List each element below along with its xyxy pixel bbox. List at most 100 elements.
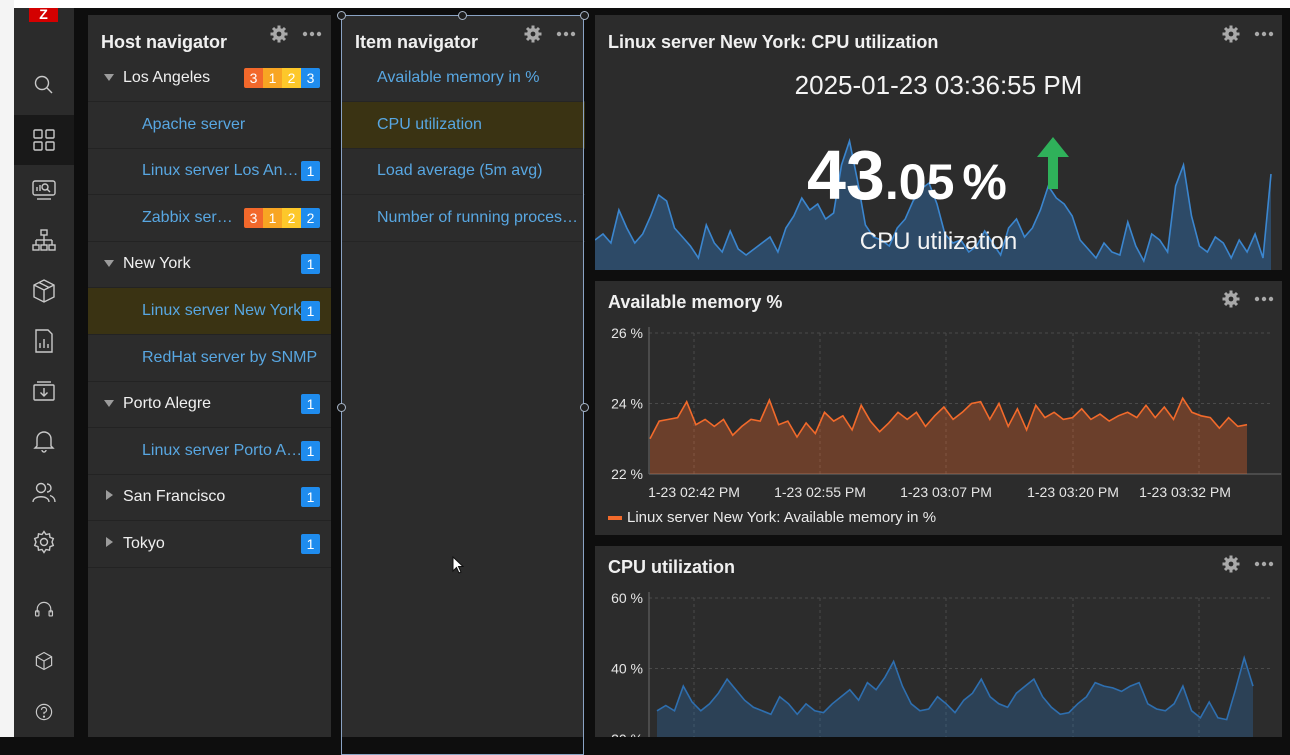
window-top-edge bbox=[0, 0, 1290, 8]
host-group-row[interactable]: Tokyo 1 bbox=[88, 521, 331, 568]
network-map-icon[interactable] bbox=[14, 216, 74, 266]
series-area bbox=[650, 398, 1247, 474]
y-tick-label: 22 % bbox=[611, 466, 643, 482]
host-row[interactable]: Apache server bbox=[88, 102, 331, 149]
problem-counters[interactable]: 1 bbox=[301, 254, 320, 275]
alerts-icon[interactable] bbox=[14, 416, 74, 466]
item-navigator-title: Item navigator bbox=[355, 32, 479, 52]
problem-counters[interactable]: 1 bbox=[301, 161, 320, 182]
problem-counters[interactable]: 1 bbox=[301, 440, 320, 461]
data-collection-icon[interactable] bbox=[14, 366, 74, 416]
item-label: Load average (5m avg) bbox=[377, 162, 543, 180]
problem-counters[interactable]: 3123 bbox=[244, 68, 320, 88]
collapse-arrow-icon[interactable] bbox=[104, 400, 114, 408]
y-tick-label: 26 % bbox=[611, 325, 643, 341]
problem-counters[interactable]: 1 bbox=[301, 394, 320, 415]
x-tick-label: 1-23 03:32 PM bbox=[1139, 484, 1231, 500]
x-tick-label: 1-23 02:55 PM bbox=[774, 484, 866, 500]
host-group-label: San Francisco bbox=[123, 488, 226, 506]
monitoring-icon[interactable] bbox=[14, 165, 74, 215]
main-sidebar: Z bbox=[14, 7, 74, 737]
problem-count-badge: 3 bbox=[244, 207, 263, 228]
host-group-row[interactable]: San Francisco 1 bbox=[88, 474, 331, 522]
item-label: CPU utilization bbox=[377, 115, 482, 133]
dashboards-icon[interactable] bbox=[14, 115, 74, 165]
resize-handle[interactable] bbox=[337, 11, 346, 20]
value-unit: % bbox=[962, 154, 1007, 210]
problem-counters[interactable]: 3122 bbox=[244, 207, 320, 228]
integrations-icon[interactable] bbox=[14, 636, 74, 686]
memory-legend[interactable]: Linux server New York: Available memory … bbox=[608, 509, 936, 526]
problem-count-badge: 1 bbox=[301, 487, 320, 508]
item-row[interactable]: Load average (5m avg) bbox=[342, 148, 585, 196]
gear-icon[interactable] bbox=[270, 25, 288, 43]
item-row[interactable]: CPU utilization bbox=[342, 101, 585, 149]
support-icon[interactable] bbox=[14, 585, 74, 635]
problem-count-badge: 1 bbox=[301, 394, 320, 415]
legend-swatch bbox=[608, 515, 622, 520]
zabbix-logo[interactable]: Z bbox=[29, 7, 58, 22]
host-label: Linux server New York bbox=[142, 302, 302, 319]
collapse-arrow-icon[interactable] bbox=[104, 260, 114, 268]
value-integer-part: 43 bbox=[807, 136, 885, 214]
host-group-row[interactable]: Los Angeles 3 1 2 3 bbox=[88, 55, 331, 102]
problem-counters[interactable]: 1 bbox=[301, 301, 320, 321]
series-area bbox=[657, 657, 1253, 737]
cpu-current-value: 43.05% bbox=[807, 135, 1007, 215]
problem-counters[interactable]: 1 bbox=[301, 534, 320, 554]
reports-icon[interactable] bbox=[14, 316, 74, 366]
problem-counters[interactable]: 1 bbox=[301, 487, 320, 508]
host-label: Apache server bbox=[142, 115, 246, 133]
host-row[interactable]: RedHat server by SNMP bbox=[88, 335, 331, 382]
problem-count-badge: 1 bbox=[301, 440, 320, 461]
resize-handle[interactable] bbox=[580, 11, 589, 20]
x-tick-label: 1-23 03:20 PM bbox=[1027, 484, 1119, 500]
cpu-value-widget: Linux server New York: CPU utilization 2… bbox=[595, 15, 1282, 270]
host-row[interactable]: Linux server New York 1 bbox=[88, 288, 331, 335]
help-icon[interactable] bbox=[14, 687, 74, 737]
host-row[interactable]: Linux server Los An… 1 bbox=[88, 148, 331, 196]
item-navigator-widget: Item navigator Available memory in % CPU … bbox=[342, 15, 585, 737]
metric-name: CPU utilization bbox=[859, 228, 1018, 255]
resize-handle[interactable] bbox=[337, 403, 346, 412]
host-group-label: Porto Alegre bbox=[123, 395, 212, 413]
value-decimal-part: .05 bbox=[884, 154, 955, 210]
item-row[interactable]: Available memory in % bbox=[342, 55, 585, 102]
host-group-label: New York bbox=[123, 255, 191, 273]
expand-arrow-icon[interactable] bbox=[106, 490, 113, 501]
memory-graph-widget: Available memory % 26 % 24 % 22 % 1-23 02:4… bbox=[595, 281, 1282, 535]
host-group-row[interactable]: Porto Alegre 1 bbox=[88, 381, 331, 429]
y-tick-label: 60 % bbox=[611, 590, 643, 606]
host-label: Zabbix ser… bbox=[142, 208, 233, 226]
host-navigator-title: Host navigator bbox=[101, 32, 228, 52]
search-icon[interactable] bbox=[14, 60, 74, 110]
inventory-icon[interactable] bbox=[14, 266, 74, 316]
x-tick-label: 1-23 02:42 PM bbox=[648, 484, 740, 500]
problem-count-badge: 2 bbox=[282, 68, 301, 88]
cpu-chart: 60 % 40 % 20 % bbox=[611, 590, 1271, 737]
more-options-icon[interactable] bbox=[556, 31, 576, 37]
gear-icon[interactable] bbox=[524, 25, 542, 43]
window-left-edge bbox=[0, 0, 14, 737]
more-options-icon[interactable] bbox=[302, 31, 322, 37]
problem-count-badge: 3 bbox=[301, 68, 320, 88]
host-row[interactable]: Linux server Porto A… 1 bbox=[88, 428, 331, 475]
host-label: RedHat server by SNMP bbox=[142, 348, 318, 366]
administration-icon[interactable] bbox=[14, 517, 74, 567]
item-row[interactable]: Number of running proces… bbox=[342, 195, 585, 242]
trend-up-icon bbox=[1035, 135, 1071, 196]
problem-count-badge: 2 bbox=[301, 207, 320, 228]
item-label: Number of running proces… bbox=[377, 208, 578, 226]
host-label: Linux server Porto A… bbox=[142, 441, 303, 459]
problem-count-badge: 1 bbox=[263, 68, 282, 88]
collapse-arrow-icon[interactable] bbox=[104, 74, 114, 81]
cpu-graph-widget: CPU utilization 60 %40 %20 % bbox=[595, 546, 1282, 737]
users-icon[interactable] bbox=[14, 467, 74, 517]
resize-handle[interactable] bbox=[580, 403, 589, 412]
host-group-row[interactable]: New York 1 bbox=[88, 241, 331, 289]
resize-handle[interactable] bbox=[458, 11, 467, 20]
expand-arrow-icon[interactable] bbox=[106, 537, 113, 547]
problem-count-badge: 2 bbox=[282, 207, 301, 228]
y-tick-label: 20 % bbox=[611, 731, 643, 737]
host-row[interactable]: Zabbix ser… 3 1 2 2 bbox=[88, 195, 331, 242]
